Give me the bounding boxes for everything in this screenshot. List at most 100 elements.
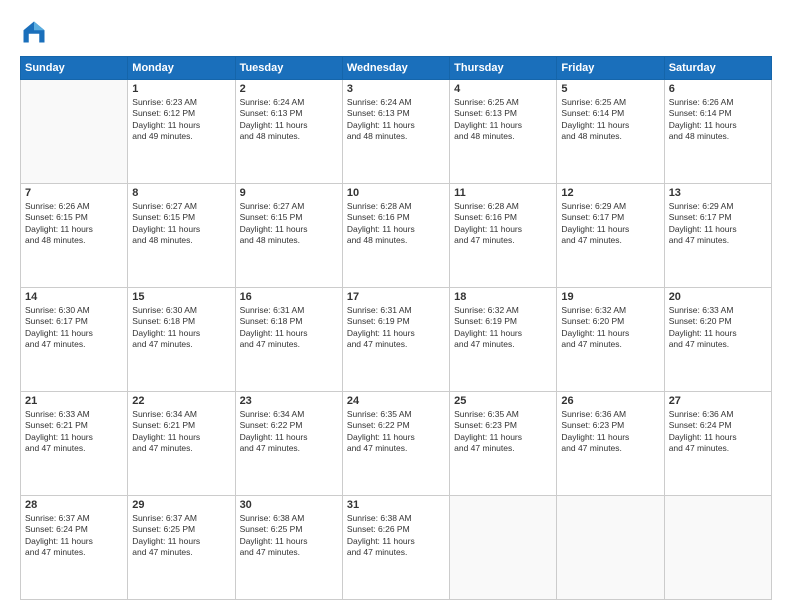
calendar-cell: 8 Sunrise: 6:27 AM Sunset: 6:15 PM Daylig…: [128, 184, 235, 288]
logo-icon: [20, 18, 48, 46]
calendar-cell: 31 Sunrise: 6:38 AM Sunset: 6:26 PM Dayli…: [342, 496, 449, 600]
day-info: Sunrise: 6:36 AM Sunset: 6:24 PM Dayligh…: [669, 409, 767, 455]
calendar-cell: [450, 496, 557, 600]
day-number: 20: [669, 291, 767, 303]
day-info: Sunrise: 6:36 AM Sunset: 6:23 PM Dayligh…: [561, 409, 659, 455]
calendar-cell: [664, 496, 771, 600]
day-number: 10: [347, 187, 445, 199]
calendar-cell: 10 Sunrise: 6:28 AM Sunset: 6:16 PM Dayli…: [342, 184, 449, 288]
calendar-cell: 26 Sunrise: 6:36 AM Sunset: 6:23 PM Dayli…: [557, 392, 664, 496]
calendar-cell: 14 Sunrise: 6:30 AM Sunset: 6:17 PM Dayli…: [21, 288, 128, 392]
day-info: Sunrise: 6:33 AM Sunset: 6:20 PM Dayligh…: [669, 305, 767, 351]
day-number: 19: [561, 291, 659, 303]
calendar-cell: 15 Sunrise: 6:30 AM Sunset: 6:18 PM Dayli…: [128, 288, 235, 392]
day-info: Sunrise: 6:33 AM Sunset: 6:21 PM Dayligh…: [25, 409, 123, 455]
calendar-cell: 6Sunrise: 6:26 AM Sunset: 6:14 PM Daylig…: [664, 80, 771, 184]
day-info: Sunrise: 6:29 AM Sunset: 6:17 PM Dayligh…: [561, 201, 659, 247]
calendar-header-wednesday: Wednesday: [342, 57, 449, 80]
calendar-cell: 4Sunrise: 6:25 AM Sunset: 6:13 PM Daylig…: [450, 80, 557, 184]
day-info: Sunrise: 6:34 AM Sunset: 6:22 PM Dayligh…: [240, 409, 338, 455]
calendar-cell: 20 Sunrise: 6:33 AM Sunset: 6:20 PM Dayli…: [664, 288, 771, 392]
day-info: Sunrise: 6:30 AM Sunset: 6:18 PM Dayligh…: [132, 305, 230, 351]
calendar-cell: 2 Sunrise: 6:24 AM Sunset: 6:13 PM Daylig…: [235, 80, 342, 184]
calendar-cell: [557, 496, 664, 600]
page: SundayMondayTuesdayWednesdayThursdayFrid…: [0, 0, 792, 612]
day-info: Sunrise: 6:30 AM Sunset: 6:17 PM Dayligh…: [25, 305, 123, 351]
day-info: Sunrise: 6:35 AM Sunset: 6:22 PM Dayligh…: [347, 409, 445, 455]
calendar-cell: 1 Sunrise: 6:23 AM Sunset: 6:12 PM Daylig…: [128, 80, 235, 184]
calendar-cell: 21Sunrise: 6:33 AM Sunset: 6:21 PM Dayli…: [21, 392, 128, 496]
day-number: 27: [669, 395, 767, 407]
calendar-header-sunday: Sunday: [21, 57, 128, 80]
day-number: 2: [240, 83, 338, 95]
day-number: 8: [132, 187, 230, 199]
day-number: 9: [240, 187, 338, 199]
calendar-week-row: 14 Sunrise: 6:30 AM Sunset: 6:17 PM Dayli…: [21, 288, 772, 392]
day-info: Sunrise: 6:37 AM Sunset: 6:25 PM Dayligh…: [132, 513, 230, 559]
day-number: 12: [561, 187, 659, 199]
logo: [20, 18, 52, 46]
calendar-cell: 17Sunrise: 6:31 AM Sunset: 6:19 PM Dayli…: [342, 288, 449, 392]
calendar-cell: 5 Sunrise: 6:25 AM Sunset: 6:14 PM Daylig…: [557, 80, 664, 184]
day-number: 7: [25, 187, 123, 199]
day-info: Sunrise: 6:27 AM Sunset: 6:15 PM Dayligh…: [240, 201, 338, 247]
day-info: Sunrise: 6:38 AM Sunset: 6:26 PM Dayligh…: [347, 513, 445, 559]
calendar-week-row: 28 Sunrise: 6:37 AM Sunset: 6:24 PM Dayli…: [21, 496, 772, 600]
day-number: 14: [25, 291, 123, 303]
day-number: 25: [454, 395, 552, 407]
day-info: Sunrise: 6:34 AM Sunset: 6:21 PM Dayligh…: [132, 409, 230, 455]
day-number: 28: [25, 499, 123, 511]
day-number: 6: [669, 83, 767, 95]
calendar-cell: 3 Sunrise: 6:24 AM Sunset: 6:13 PM Daylig…: [342, 80, 449, 184]
calendar-cell: 22 Sunrise: 6:34 AM Sunset: 6:21 PM Dayli…: [128, 392, 235, 496]
day-info: Sunrise: 6:31 AM Sunset: 6:18 PM Dayligh…: [240, 305, 338, 351]
calendar-cell: 27 Sunrise: 6:36 AM Sunset: 6:24 PM Dayli…: [664, 392, 771, 496]
day-number: 15: [132, 291, 230, 303]
day-info: Sunrise: 6:31 AM Sunset: 6:19 PM Dayligh…: [347, 305, 445, 351]
calendar-cell: 16 Sunrise: 6:31 AM Sunset: 6:18 PM Dayli…: [235, 288, 342, 392]
day-info: Sunrise: 6:37 AM Sunset: 6:24 PM Dayligh…: [25, 513, 123, 559]
day-info: Sunrise: 6:29 AM Sunset: 6:17 PM Dayligh…: [669, 201, 767, 247]
day-info: Sunrise: 6:23 AM Sunset: 6:12 PM Dayligh…: [132, 97, 230, 143]
day-info: Sunrise: 6:35 AM Sunset: 6:23 PM Dayligh…: [454, 409, 552, 455]
day-number: 13: [669, 187, 767, 199]
day-number: 3: [347, 83, 445, 95]
day-number: 26: [561, 395, 659, 407]
calendar-week-row: 7 Sunrise: 6:26 AM Sunset: 6:15 PM Daylig…: [21, 184, 772, 288]
day-info: Sunrise: 6:26 AM Sunset: 6:15 PM Dayligh…: [25, 201, 123, 247]
calendar-cell: 25 Sunrise: 6:35 AM Sunset: 6:23 PM Dayli…: [450, 392, 557, 496]
calendar-header-thursday: Thursday: [450, 57, 557, 80]
day-number: 24: [347, 395, 445, 407]
calendar-cell: 11 Sunrise: 6:28 AM Sunset: 6:16 PM Dayli…: [450, 184, 557, 288]
day-number: 1: [132, 83, 230, 95]
day-info: Sunrise: 6:32 AM Sunset: 6:19 PM Dayligh…: [454, 305, 552, 351]
calendar-cell: 24 Sunrise: 6:35 AM Sunset: 6:22 PM Dayli…: [342, 392, 449, 496]
calendar-cell: 7 Sunrise: 6:26 AM Sunset: 6:15 PM Daylig…: [21, 184, 128, 288]
calendar-week-row: 21Sunrise: 6:33 AM Sunset: 6:21 PM Dayli…: [21, 392, 772, 496]
calendar-header-saturday: Saturday: [664, 57, 771, 80]
calendar-header-monday: Monday: [128, 57, 235, 80]
day-info: Sunrise: 6:38 AM Sunset: 6:25 PM Dayligh…: [240, 513, 338, 559]
day-number: 18: [454, 291, 552, 303]
day-info: Sunrise: 6:27 AM Sunset: 6:15 PM Dayligh…: [132, 201, 230, 247]
calendar-cell: 12 Sunrise: 6:29 AM Sunset: 6:17 PM Dayli…: [557, 184, 664, 288]
calendar-cell: 18 Sunrise: 6:32 AM Sunset: 6:19 PM Dayli…: [450, 288, 557, 392]
calendar-cell: 9 Sunrise: 6:27 AM Sunset: 6:15 PM Daylig…: [235, 184, 342, 288]
day-info: Sunrise: 6:28 AM Sunset: 6:16 PM Dayligh…: [347, 201, 445, 247]
day-number: 29: [132, 499, 230, 511]
day-number: 5: [561, 83, 659, 95]
day-info: Sunrise: 6:24 AM Sunset: 6:13 PM Dayligh…: [347, 97, 445, 143]
calendar-cell: 29 Sunrise: 6:37 AM Sunset: 6:25 PM Dayli…: [128, 496, 235, 600]
day-info: Sunrise: 6:25 AM Sunset: 6:14 PM Dayligh…: [561, 97, 659, 143]
day-number: 31: [347, 499, 445, 511]
day-info: Sunrise: 6:28 AM Sunset: 6:16 PM Dayligh…: [454, 201, 552, 247]
calendar-header-friday: Friday: [557, 57, 664, 80]
calendar-cell: 30Sunrise: 6:38 AM Sunset: 6:25 PM Dayli…: [235, 496, 342, 600]
day-number: 22: [132, 395, 230, 407]
day-info: Sunrise: 6:24 AM Sunset: 6:13 PM Dayligh…: [240, 97, 338, 143]
day-number: 16: [240, 291, 338, 303]
calendar-week-row: 1 Sunrise: 6:23 AM Sunset: 6:12 PM Daylig…: [21, 80, 772, 184]
day-info: Sunrise: 6:32 AM Sunset: 6:20 PM Dayligh…: [561, 305, 659, 351]
day-number: 11: [454, 187, 552, 199]
day-number: 4: [454, 83, 552, 95]
